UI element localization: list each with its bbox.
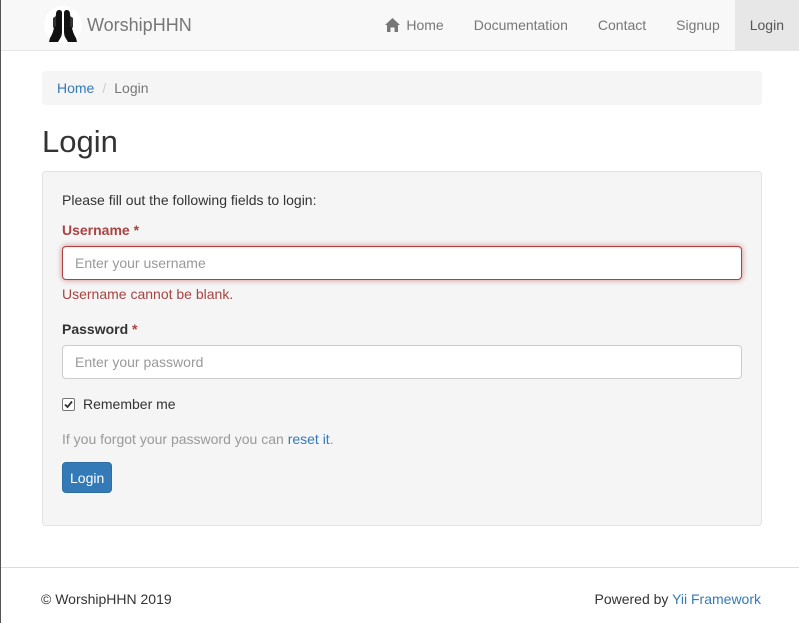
login-form-panel: Please fill out the following fields to … bbox=[42, 171, 762, 526]
powered-by-text: Powered by bbox=[594, 591, 669, 607]
remember-me-checkbox[interactable] bbox=[62, 397, 75, 411]
nav-login[interactable]: Login bbox=[734, 0, 799, 50]
forgot-password-text: If you forgot your password you can rese… bbox=[62, 431, 334, 447]
password-input[interactable] bbox=[62, 345, 742, 379]
footer-copyright: © WorshipHHN 2019 bbox=[41, 591, 172, 607]
home-icon bbox=[385, 18, 401, 32]
breadcrumb-current: Login bbox=[114, 80, 149, 96]
navbar: WorshipHHN Home Documentation Contact Si… bbox=[1, 0, 799, 51]
password-label: Password * bbox=[62, 321, 137, 337]
forgot-text: If you forgot your password you can bbox=[62, 431, 284, 447]
brand[interactable]: WorshipHHN bbox=[44, 0, 192, 50]
username-label-text: Username bbox=[62, 222, 130, 238]
nav-home[interactable]: Home bbox=[370, 0, 458, 50]
brand-name: WorshipHHN bbox=[87, 14, 192, 35]
login-button[interactable]: Login bbox=[62, 462, 113, 493]
breadcrumb-home[interactable]: Home bbox=[57, 80, 94, 96]
password-label-text: Password bbox=[62, 321, 129, 337]
footer: © WorshipHHN 2019 Powered by Yii Framewo… bbox=[1, 567, 799, 623]
page-title: Login bbox=[42, 124, 118, 159]
forgot-suffix: . bbox=[329, 431, 334, 447]
footer-powered-by: Powered by Yii Framework bbox=[594, 591, 761, 607]
nav-home-label: Home bbox=[406, 17, 444, 33]
nav-documentation[interactable]: Documentation bbox=[459, 0, 583, 50]
form-intro: Please fill out the following fields to … bbox=[62, 192, 317, 208]
nav-contact[interactable]: Contact bbox=[583, 0, 661, 50]
remember-me-label: Remember me bbox=[83, 396, 176, 412]
yii-framework-link[interactable]: Yii Framework bbox=[672, 591, 761, 607]
breadcrumb-separator: / bbox=[102, 80, 107, 96]
nav-signup[interactable]: Signup bbox=[661, 0, 735, 50]
breadcrumb: Home / Login bbox=[42, 71, 762, 105]
main-nav: Home Documentation Contact Signup Login bbox=[370, 0, 799, 50]
username-error: Username cannot be blank. bbox=[62, 286, 234, 302]
username-input[interactable] bbox=[62, 246, 742, 280]
remember-me-row[interactable]: Remember me bbox=[62, 396, 176, 412]
username-label: Username * bbox=[62, 222, 139, 238]
required-marker: * bbox=[133, 222, 140, 238]
checkmark-icon bbox=[64, 400, 73, 408]
reset-password-link[interactable]: reset it bbox=[288, 431, 330, 447]
praying-hands-icon bbox=[44, 6, 82, 44]
required-marker: * bbox=[132, 321, 138, 337]
